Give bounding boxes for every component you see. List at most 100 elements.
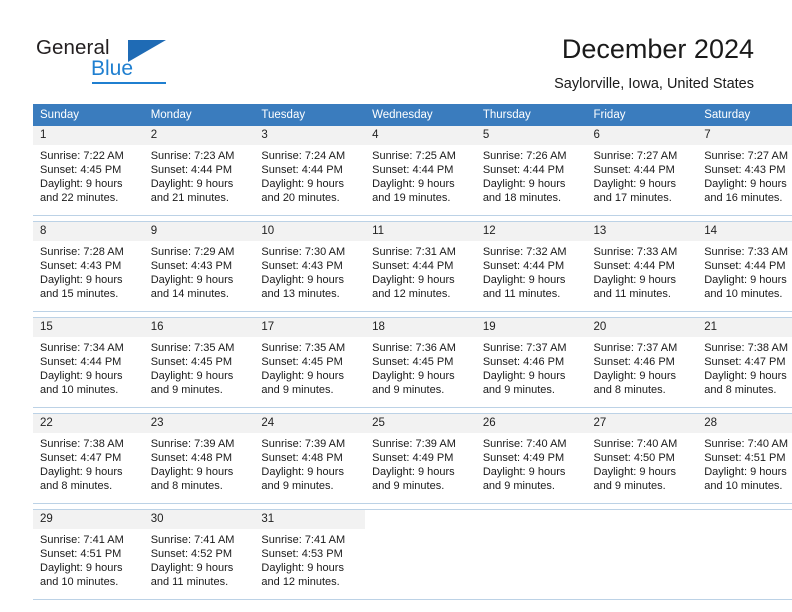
day-cell-content: 10 Sunrise: 7:30 AM Sunset: 4:43 PM Dayligh… (254, 222, 366, 311)
calendar-day-cell[interactable]: 2 Sunrise: 7:23 AM Sunset: 4:44 PM Daylight… (143, 126, 255, 216)
calendar-day-cell[interactable]: 11 Sunrise: 7:31 AM Sunset: 4:44 PM Dayligh… (365, 221, 476, 312)
sunrise-time: Sunrise: 7:38 AM (40, 438, 124, 450)
logo-text-blue: Blue (91, 57, 134, 80)
day-details: Sunrise: 7:38 AM Sunset: 4:47 PM Daylight:… (697, 337, 792, 397)
calendar-day-cell[interactable]: 19 Sunrise: 7:37 AM Sunset: 4:46 PM Dayligh… (475, 317, 587, 408)
daylight-duration-line2: and 8 minutes. (704, 384, 777, 397)
daylight-duration-line2: and 19 minutes. (372, 192, 451, 205)
calendar-week-row: 29 Sunrise: 7:41 AM Sunset: 4:51 PM Dayligh… (33, 509, 792, 600)
sunrise-time: Sunrise: 7:37 AM (482, 342, 567, 354)
calendar-day-cell[interactable]: 14 Sunrise: 7:33 AM Sunset: 4:44 PM Dayligh… (697, 221, 792, 312)
day-cell-content (697, 510, 792, 599)
daylight-duration-line1: Daylight: 9 hours (40, 562, 123, 575)
calendar-day-cell[interactable]: 21 Sunrise: 7:38 AM Sunset: 4:47 PM Dayligh… (697, 317, 792, 408)
sunset-time: Sunset: 4:52 PM (150, 548, 233, 561)
calendar-day-cell[interactable]: 20 Sunrise: 7:37 AM Sunset: 4:46 PM Dayligh… (586, 317, 698, 408)
sunset-time: Sunset: 4:44 PM (593, 260, 675, 273)
calendar-day-cell[interactable]: 17 Sunrise: 7:35 AM Sunset: 4:45 PM Dayligh… (254, 317, 366, 408)
day-number: 11 (365, 222, 476, 241)
calendar-day-cell[interactable]: 16 Sunrise: 7:35 AM Sunset: 4:45 PM Dayligh… (143, 317, 255, 408)
weekday-header-tuesday: Tuesday (254, 104, 366, 126)
sunrise-time: Sunrise: 7:31 AM (372, 246, 456, 258)
calendar-day-cell[interactable]: 28 Sunrise: 7:40 AM Sunset: 4:51 PM Dayligh… (697, 413, 792, 504)
calendar-week-row: 1 Sunrise: 7:22 AM Sunset: 4:45 PM Daylight… (33, 126, 792, 216)
sunset-time: Sunset: 4:45 PM (40, 164, 122, 177)
sunrise-time: Sunrise: 7:40 AM (704, 438, 788, 450)
day-number (475, 510, 587, 529)
daylight-duration-line1: Daylight: 9 hours (261, 370, 344, 383)
daylight-duration-line1: Daylight: 9 hours (704, 370, 787, 383)
daylight-duration-line2: and 12 minutes. (372, 288, 451, 301)
day-number: 9 (143, 222, 255, 241)
daylight-duration-line1: Daylight: 9 hours (482, 466, 566, 479)
calendar-day-cell[interactable]: 31 Sunrise: 7:41 AM Sunset: 4:53 PM Dayligh… (254, 509, 366, 600)
daylight-duration-line1: Daylight: 9 hours (372, 178, 455, 191)
sunset-time: Sunset: 4:44 PM (482, 260, 565, 273)
daylight-duration-line1: Daylight: 9 hours (150, 370, 234, 383)
day-number: 17 (254, 318, 366, 337)
daylight-duration-line2: and 11 minutes. (482, 288, 561, 301)
sunrise-time: Sunrise: 7:32 AM (482, 246, 567, 258)
calendar-day-cell[interactable]: 4 Sunrise: 7:25 AM Sunset: 4:44 PM Daylight… (365, 126, 476, 216)
day-cell-content: 18 Sunrise: 7:36 AM Sunset: 4:45 PM Dayligh… (365, 318, 476, 407)
calendar-day-cell[interactable]: 9 Sunrise: 7:29 AM Sunset: 4:43 PM Daylight… (143, 221, 255, 312)
calendar-day-cell[interactable]: 24 Sunrise: 7:39 AM Sunset: 4:48 PM Dayligh… (254, 413, 366, 504)
day-details: Sunrise: 7:40 AM Sunset: 4:51 PM Daylight:… (697, 433, 792, 493)
calendar-day-cell[interactable]: 23 Sunrise: 7:39 AM Sunset: 4:48 PM Dayligh… (143, 413, 255, 504)
general-blue-logo[interactable]: General Blue (36, 36, 236, 84)
daylight-duration-line2: and 10 minutes. (40, 384, 119, 397)
weekday-header-friday: Friday (586, 104, 698, 126)
calendar-day-cell[interactable]: 30 Sunrise: 7:41 AM Sunset: 4:52 PM Dayligh… (143, 509, 255, 600)
calendar-day-cell[interactable]: 29 Sunrise: 7:41 AM Sunset: 4:51 PM Dayligh… (33, 509, 144, 600)
daylight-duration-line2: and 21 minutes. (150, 192, 229, 205)
daylight-duration-line2: and 17 minutes. (593, 192, 672, 205)
calendar-day-cell[interactable]: 6 Sunrise: 7:27 AM Sunset: 4:44 PM Daylight… (586, 126, 698, 216)
calendar-day-cell-empty (365, 509, 476, 600)
day-details: Sunrise: 7:39 AM Sunset: 4:48 PM Daylight:… (254, 433, 365, 493)
calendar-day-cell[interactable]: 18 Sunrise: 7:36 AM Sunset: 4:45 PM Dayligh… (365, 317, 476, 408)
day-cell-content: 26 Sunrise: 7:40 AM Sunset: 4:49 PM Dayligh… (475, 414, 587, 503)
day-number: 19 (475, 318, 587, 337)
sunset-time: Sunset: 4:43 PM (704, 164, 786, 177)
sunset-time: Sunset: 4:49 PM (482, 452, 565, 465)
day-details: Sunrise: 7:24 AM Sunset: 4:44 PM Daylight:… (254, 145, 365, 205)
calendar-page: General Blue December 2024 Saylorville, … (0, 0, 792, 612)
day-number: 7 (697, 126, 792, 145)
day-details: Sunrise: 7:36 AM Sunset: 4:45 PM Daylight:… (365, 337, 476, 397)
day-number: 8 (33, 222, 144, 241)
day-number: 2 (143, 126, 255, 145)
daylight-duration-line2: and 8 minutes. (40, 480, 113, 493)
sunrise-time: Sunrise: 7:40 AM (482, 438, 567, 450)
sunrise-time: Sunrise: 7:39 AM (261, 438, 346, 450)
day-details: Sunrise: 7:41 AM Sunset: 4:53 PM Daylight:… (254, 529, 365, 589)
calendar-day-cell[interactable]: 26 Sunrise: 7:40 AM Sunset: 4:49 PM Dayligh… (475, 413, 587, 504)
calendar-day-cell[interactable]: 10 Sunrise: 7:30 AM Sunset: 4:43 PM Dayligh… (254, 221, 366, 312)
daylight-duration-line2: and 10 minutes. (40, 576, 119, 589)
calendar-day-cell[interactable]: 25 Sunrise: 7:39 AM Sunset: 4:49 PM Dayligh… (365, 413, 476, 504)
calendar-day-cell[interactable]: 1 Sunrise: 7:22 AM Sunset: 4:45 PM Daylight… (33, 126, 144, 216)
sunrise-time: Sunrise: 7:28 AM (40, 246, 124, 258)
day-details: Sunrise: 7:37 AM Sunset: 4:46 PM Daylight:… (476, 337, 587, 397)
sunrise-time: Sunrise: 7:24 AM (261, 150, 346, 162)
calendar-day-cell[interactable]: 22 Sunrise: 7:38 AM Sunset: 4:47 PM Dayligh… (33, 413, 144, 504)
day-cell-content: 30 Sunrise: 7:41 AM Sunset: 4:52 PM Dayligh… (143, 510, 255, 599)
calendar-day-cell[interactable]: 27 Sunrise: 7:40 AM Sunset: 4:50 PM Dayligh… (586, 413, 698, 504)
day-details: Sunrise: 7:34 AM Sunset: 4:44 PM Daylight:… (33, 337, 144, 397)
day-number (697, 510, 792, 529)
sunset-time: Sunset: 4:43 PM (261, 260, 343, 273)
daylight-duration-line1: Daylight: 9 hours (150, 562, 234, 575)
calendar-day-cell[interactable]: 13 Sunrise: 7:33 AM Sunset: 4:44 PM Dayligh… (586, 221, 698, 312)
calendar-day-cell[interactable]: 8 Sunrise: 7:28 AM Sunset: 4:43 PM Daylight… (33, 221, 144, 312)
day-cell-content: 7 Sunrise: 7:27 AM Sunset: 4:43 PM Daylight… (697, 126, 792, 215)
weekday-header-saturday: Saturday (697, 104, 792, 126)
calendar-day-cell[interactable]: 7 Sunrise: 7:27 AM Sunset: 4:43 PM Daylight… (697, 126, 792, 216)
day-details: Sunrise: 7:39 AM Sunset: 4:48 PM Daylight:… (144, 433, 255, 493)
calendar-day-cell[interactable]: 15 Sunrise: 7:34 AM Sunset: 4:44 PM Dayligh… (33, 317, 144, 408)
day-details: Sunrise: 7:37 AM Sunset: 4:46 PM Daylight:… (587, 337, 698, 397)
sunrise-time: Sunrise: 7:23 AM (150, 150, 235, 162)
calendar-day-cell[interactable]: 5 Sunrise: 7:26 AM Sunset: 4:44 PM Daylight… (475, 126, 587, 216)
weekday-header-monday: Monday (143, 104, 255, 126)
day-number: 15 (33, 318, 144, 337)
calendar-day-cell[interactable]: 3 Sunrise: 7:24 AM Sunset: 4:44 PM Daylight… (254, 126, 366, 216)
calendar-day-cell[interactable]: 12 Sunrise: 7:32 AM Sunset: 4:44 PM Dayligh… (475, 221, 587, 312)
